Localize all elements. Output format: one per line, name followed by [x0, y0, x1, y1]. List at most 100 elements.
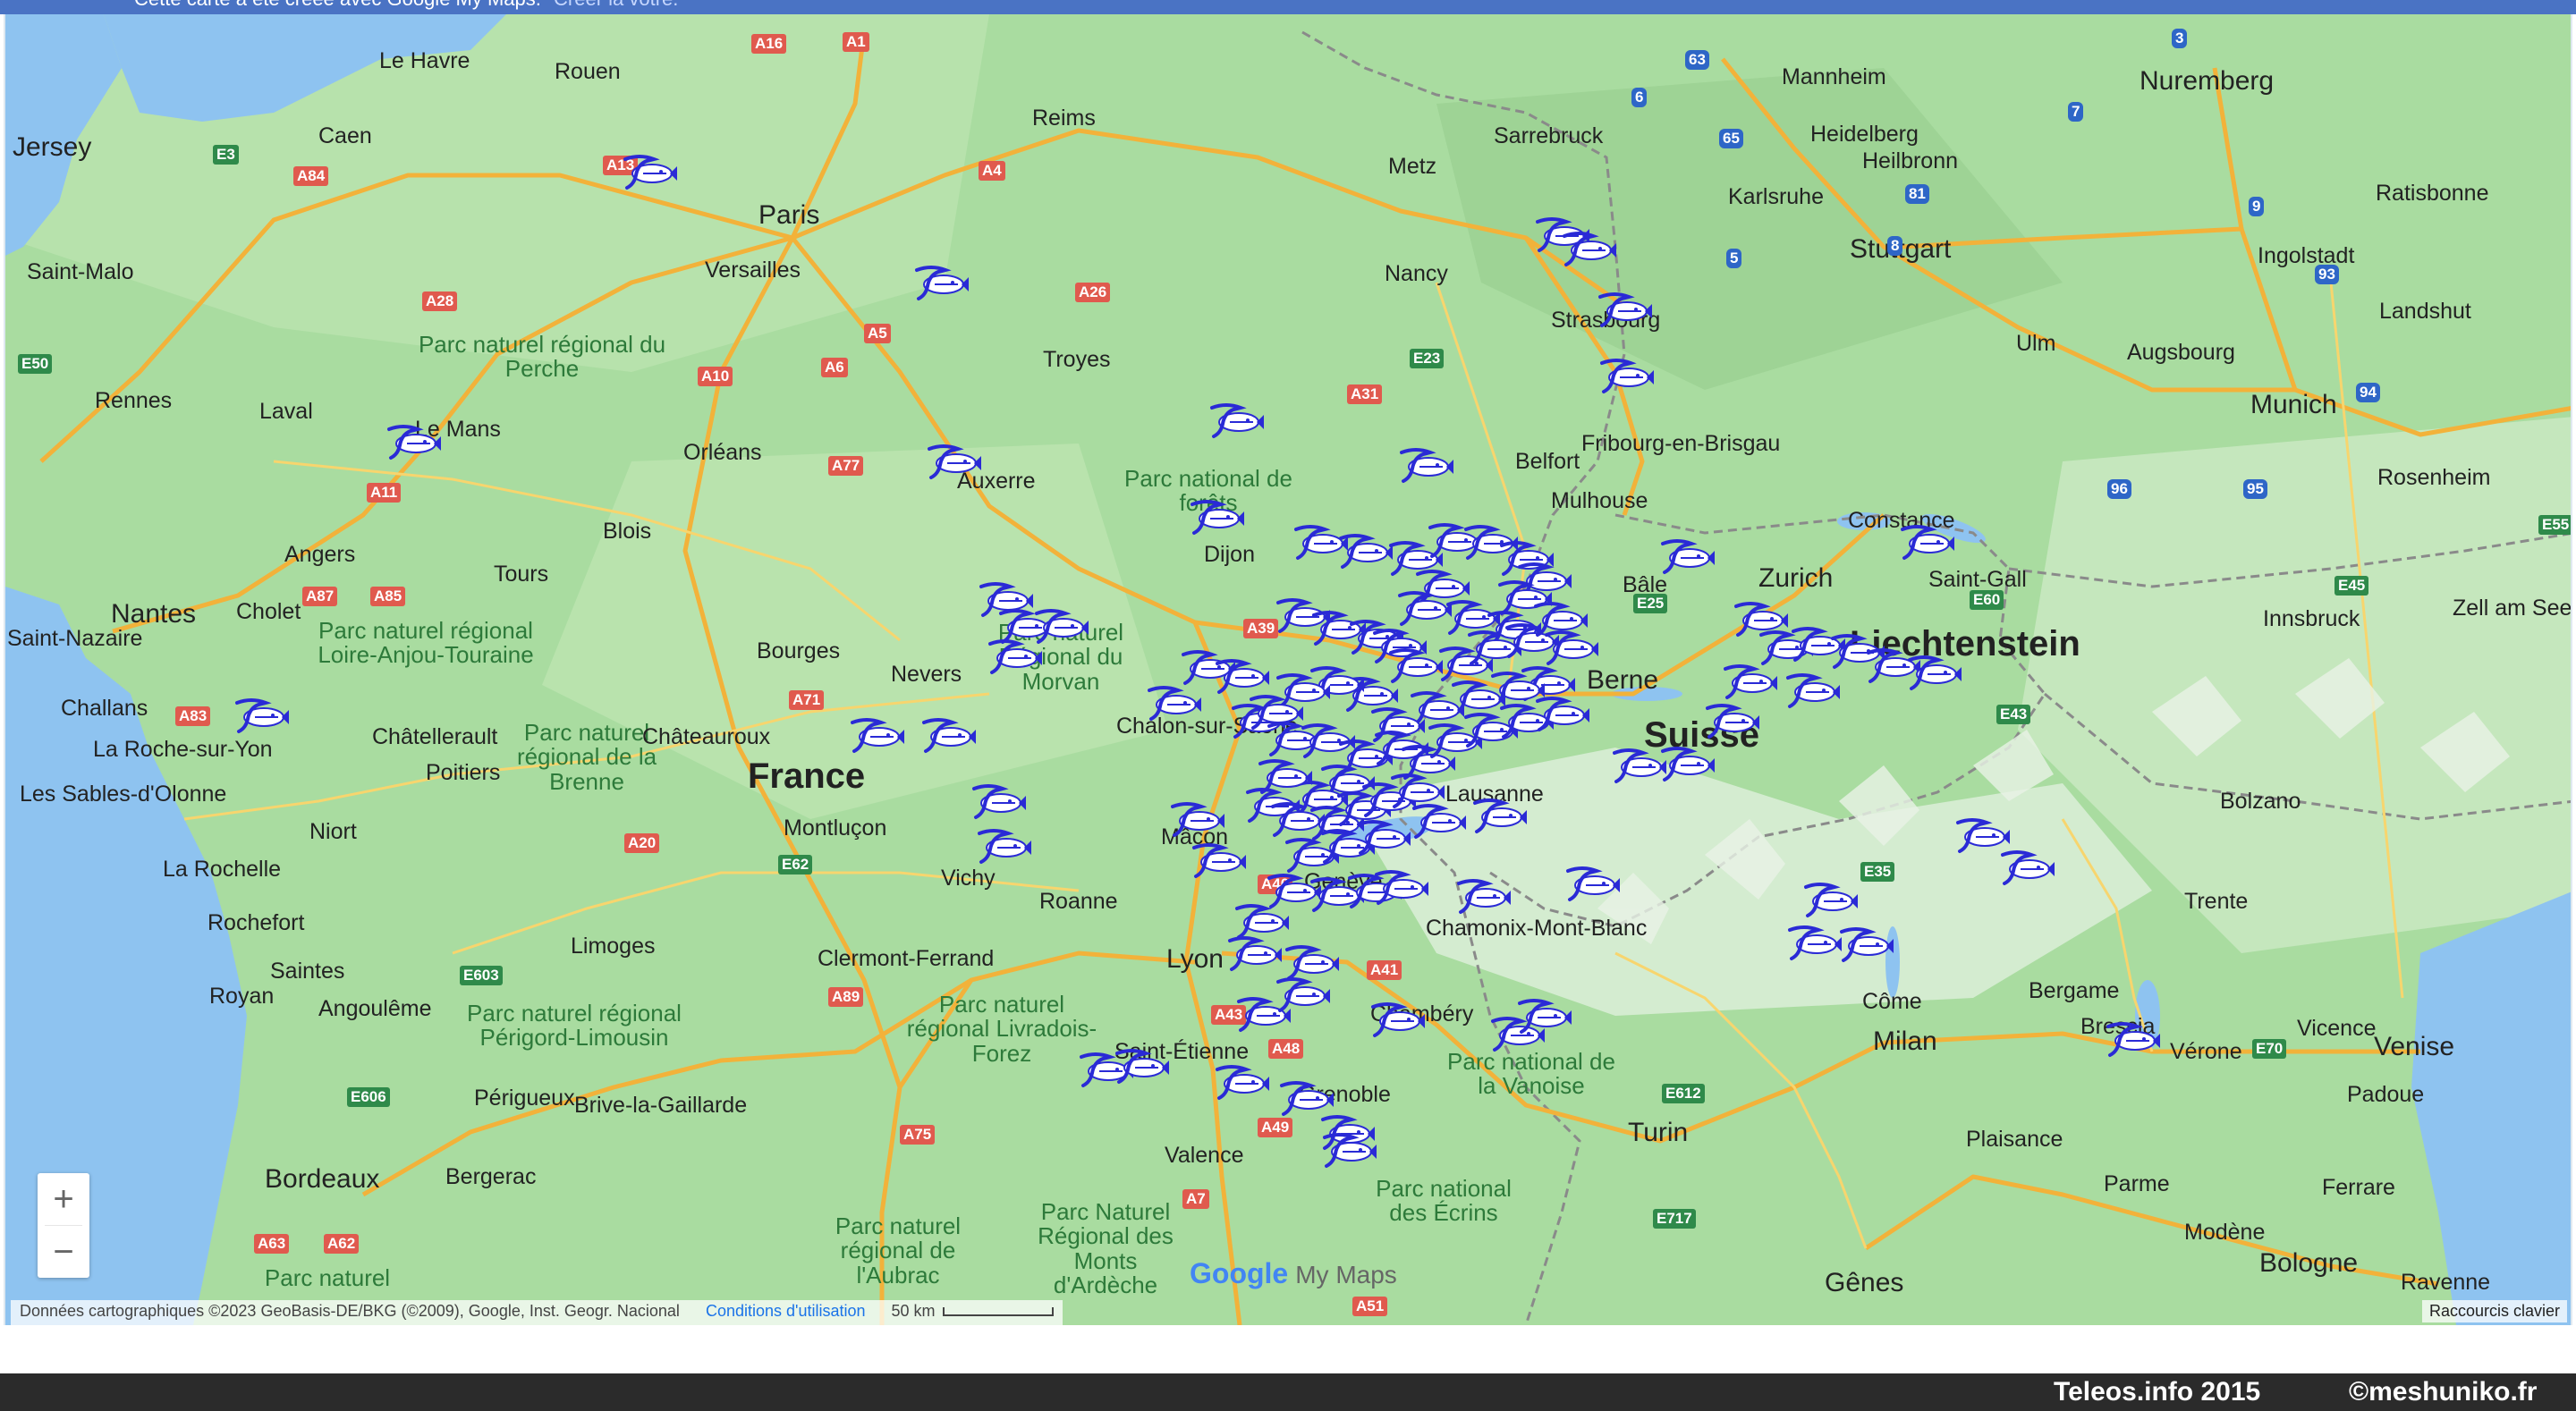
teleos-fish-marker[interactable]: [1801, 880, 1860, 919]
teleos-fish-marker[interactable]: [974, 826, 1033, 866]
city-label-padoue: Padoue: [2347, 1082, 2425, 1107]
teleos-fish-marker[interactable]: [1255, 756, 1314, 796]
teleos-fish-marker[interactable]: [1212, 1062, 1271, 1102]
teleos-fish-marker[interactable]: [1657, 537, 1716, 576]
park-label-perche: Parc naturel régional du Perche: [418, 331, 666, 383]
teleos-fish-marker[interactable]: [1541, 628, 1600, 667]
teleos-fish-marker[interactable]: [1207, 401, 1266, 440]
terms-of-use-link[interactable]: Conditions d'utilisation: [706, 1302, 866, 1320]
city-label-parme: Parme: [2104, 1171, 2170, 1196]
teleos-fish-marker[interactable]: [1731, 599, 1790, 638]
teleos-fish-marker[interactable]: [924, 442, 983, 481]
teleos-fish-marker[interactable]: [1387, 771, 1446, 810]
city-label-jersey: Jersey: [13, 132, 92, 162]
teleos-fish-marker[interactable]: [620, 152, 679, 191]
road-shield-e62: E62: [778, 855, 813, 875]
city-label-chateauroux: Châteauroux: [642, 724, 771, 749]
city-label-la-roche-sur-yon: La Roche-sur-Yon: [93, 737, 273, 762]
teleos-fish-marker[interactable]: [1897, 522, 1956, 562]
city-label-bologne: Bologne: [2259, 1248, 2359, 1278]
teleos-fish-marker[interactable]: [1112, 1046, 1171, 1086]
map-canvas[interactable]: Parc naturel régional du Perche Parc nat…: [4, 14, 2572, 1325]
teleos-fish-marker[interactable]: [1189, 841, 1248, 880]
teleos-fish-marker[interactable]: [1514, 996, 1573, 1035]
road-shield-e55: E55: [2538, 515, 2571, 536]
teleos-fish-marker[interactable]: [232, 696, 291, 735]
teleos-fish-marker[interactable]: [911, 263, 970, 302]
city-label-les-sables: Les Sables-d'Olonne: [20, 782, 227, 807]
road-shield-6: 6: [1631, 88, 1648, 108]
road-shield-e35: E35: [1860, 862, 1895, 883]
teleos-fish-marker[interactable]: [1904, 653, 1963, 692]
keyboard-shortcuts-button[interactable]: Raccourcis clavier: [2421, 1300, 2567, 1322]
footer-site[interactable]: Teleos.info 2015: [2054, 1377, 2260, 1407]
teleos-fish-marker[interactable]: [1167, 799, 1226, 839]
teleos-fish-marker[interactable]: [1319, 1130, 1378, 1170]
teleos-fish-marker[interactable]: [919, 715, 978, 755]
teleos-fish-marker[interactable]: [1144, 683, 1203, 722]
city-label-innsbruck: Innsbruck: [2263, 606, 2360, 631]
teleos-fish-marker[interactable]: [1597, 356, 1656, 395]
teleos-fish-marker[interactable]: [1595, 290, 1654, 329]
road-shield-a48: A48: [1268, 1039, 1304, 1060]
teleos-fish-marker[interactable]: [1224, 934, 1284, 973]
footer-author[interactable]: ©meshuniko.fr: [2349, 1377, 2537, 1407]
zoom-out-button[interactable]: −: [38, 1226, 89, 1278]
road-shield-96: 96: [2107, 479, 2131, 500]
city-label-versailles: Versailles: [705, 258, 801, 283]
teleos-fish-marker[interactable]: [1453, 876, 1513, 916]
city-label-rosenheim: Rosenheim: [2377, 465, 2491, 490]
teleos-fish-marker[interactable]: [1470, 796, 1529, 835]
map-attribution: Données cartographiques ©2023 GeoBasis-D…: [11, 1300, 1063, 1325]
teleos-fish-marker[interactable]: [1657, 744, 1716, 783]
road-shield-a89: A89: [828, 987, 864, 1008]
teleos-fish-marker[interactable]: [1784, 923, 1843, 962]
zoom-in-button[interactable]: +: [38, 1173, 89, 1225]
teleos-fish-marker[interactable]: [1368, 1000, 1427, 1039]
teleos-fish-marker[interactable]: [1532, 694, 1591, 733]
teleos-fish-marker[interactable]: [1997, 848, 2056, 887]
city-label-challans: Challans: [61, 696, 148, 721]
city-label-zell-am-see: Zell am See: [2453, 596, 2572, 621]
city-label-sarrebruck: Sarrebruck: [1494, 123, 1604, 148]
teleos-fish-marker[interactable]: [384, 422, 443, 461]
park-label-perigord: Parc naturel régional Périgord-Limousin: [467, 1000, 682, 1052]
city-label-royan: Royan: [209, 984, 275, 1009]
road-shield-e25: E25: [1633, 594, 1668, 614]
teleos-fish-marker[interactable]: [847, 715, 906, 755]
teleos-fish-marker[interactable]: [1371, 867, 1430, 907]
road-shield-a10: A10: [698, 367, 733, 387]
city-label-ingolstadt: Ingolstadt: [2258, 243, 2355, 268]
city-label-ratisbonne: Ratisbonne: [2376, 181, 2489, 206]
city-label-augsbourg: Augsbourg: [2127, 340, 2235, 365]
teleos-fish-marker[interactable]: [1273, 975, 1332, 1014]
scale-indicator[interactable]: 50 km: [892, 1302, 1054, 1321]
city-label-landshut: Landshut: [2379, 299, 2471, 324]
park-label-bottom: Parc naturel: [264, 1264, 391, 1291]
zoom-control: + −: [38, 1173, 89, 1278]
teleos-fish-marker[interactable]: [1396, 445, 1455, 485]
road-shield-a63: A63: [254, 1234, 290, 1255]
teleos-fish-marker[interactable]: [1720, 662, 1779, 701]
city-label-vichy: Vichy: [941, 866, 996, 891]
road-shield-a20: A20: [624, 833, 660, 854]
teleos-fish-marker[interactable]: [1559, 229, 1618, 268]
city-label-venise: Venise: [2374, 1032, 2455, 1061]
road-shield-a5: A5: [864, 324, 891, 344]
teleos-fish-marker[interactable]: [1353, 817, 1412, 857]
teleos-fish-marker[interactable]: [1563, 864, 1622, 903]
road-shield-a87: A87: [302, 587, 338, 607]
road-shield-8: 8: [1887, 236, 1903, 257]
teleos-fish-marker[interactable]: [985, 637, 1044, 676]
teleos-fish-marker[interactable]: [2103, 1019, 2162, 1059]
city-label-montlucon: Montluçon: [784, 815, 887, 841]
teleos-fish-marker[interactable]: [1187, 497, 1246, 537]
city-label-clermont: Clermont-Ferrand: [818, 946, 995, 971]
road-shield-5: 5: [1726, 249, 1742, 269]
teleos-fish-marker[interactable]: [969, 782, 1028, 821]
teleos-fish-marker[interactable]: [1836, 925, 1895, 964]
create-map-link[interactable]: Créer la vôtre.: [554, 0, 678, 10]
teleos-fish-marker[interactable]: [1702, 701, 1761, 740]
teleos-fish-marker[interactable]: [1212, 656, 1271, 696]
teleos-fish-marker[interactable]: [1783, 671, 1842, 710]
